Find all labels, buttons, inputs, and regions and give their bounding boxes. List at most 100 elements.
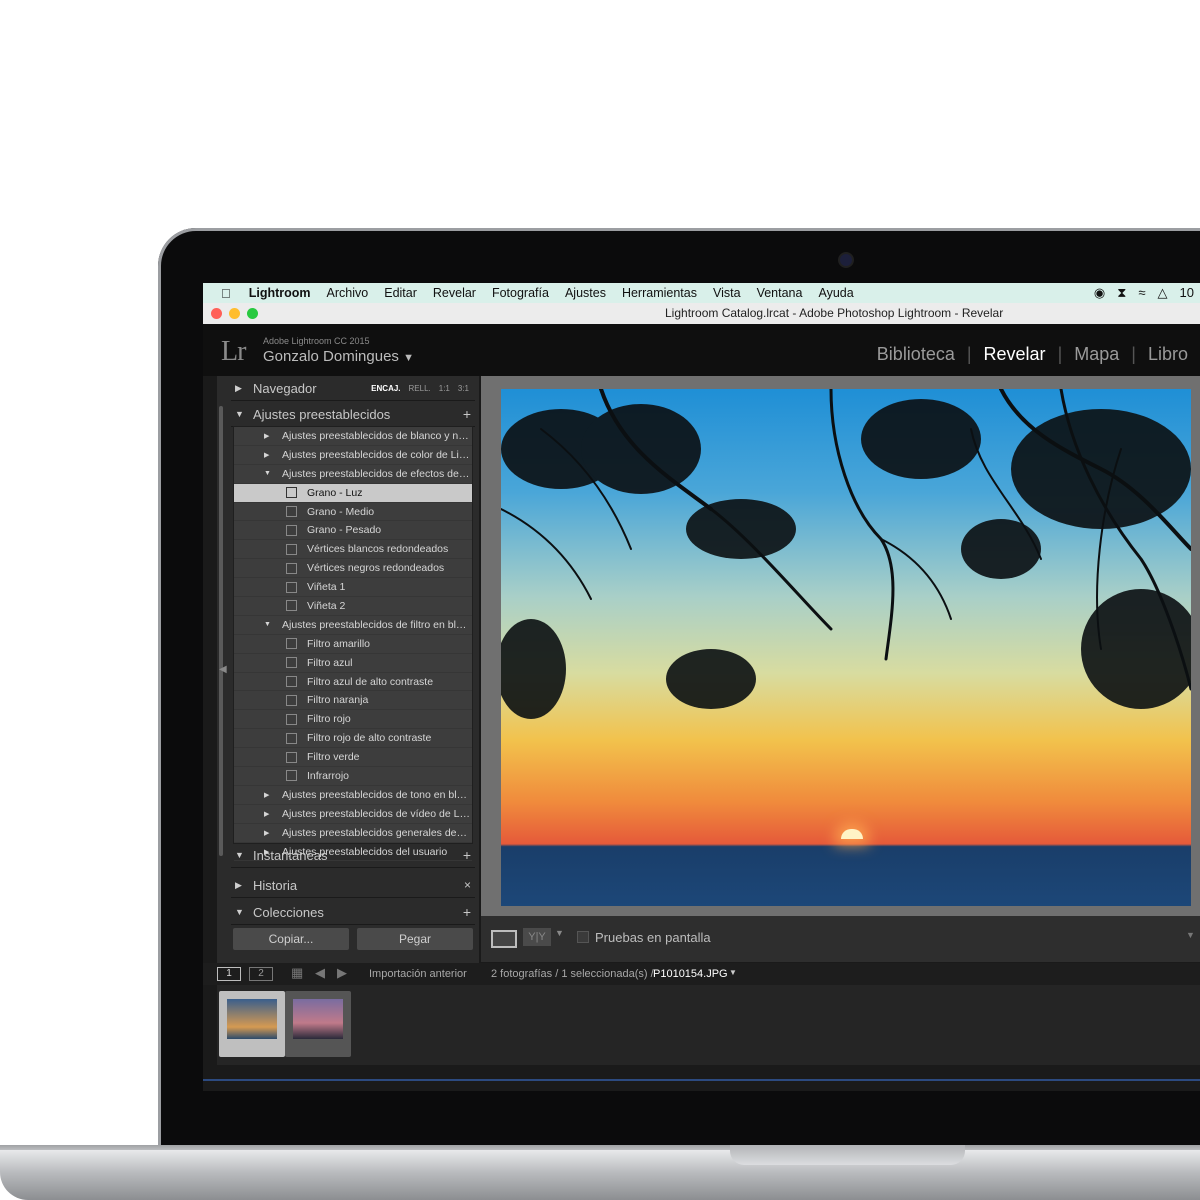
menu-revelar[interactable]: Revelar: [425, 286, 484, 300]
airplay-icon[interactable]: △: [1158, 285, 1168, 301]
presets-label: Ajustes preestablecidos: [253, 406, 391, 422]
thumbnail-1[interactable]: [219, 991, 285, 1057]
preset-item[interactable]: Grano - Luz: [234, 483, 472, 503]
arrow-left-icon[interactable]: ◀: [315, 965, 325, 981]
collections-label: Colecciones: [253, 904, 324, 920]
paste-button[interactable]: Pegar: [357, 928, 473, 950]
menu-vista[interactable]: Vista: [705, 286, 749, 300]
thumbnail-image: [227, 999, 277, 1039]
preset-item[interactable]: Filtro amarillo: [234, 635, 472, 654]
filename[interactable]: P1010154.JPG: [653, 968, 728, 980]
menu-editar[interactable]: Editar: [376, 286, 425, 300]
preset-item[interactable]: Filtro verde: [234, 748, 472, 768]
collections-header[interactable]: ▼ Colecciones +: [231, 900, 475, 925]
preset-folder[interactable]: ▼ Ajustes preestablecidos de filtro en bl…: [234, 616, 472, 635]
presets-header[interactable]: ▼ Ajustes preestablecidos +: [231, 402, 475, 427]
close-icon[interactable]: [211, 308, 222, 319]
sunset-photo[interactable]: [501, 389, 1191, 906]
history-header[interactable]: ▶ Historia ×: [231, 873, 475, 898]
preset-label: Viñeta 1: [307, 581, 346, 594]
preset-item[interactable]: Grano - Medio: [234, 503, 472, 522]
loupe-view-icon[interactable]: [491, 930, 517, 948]
snapshots-header[interactable]: ▼ Instantáneas +: [231, 843, 475, 868]
preset-label: Ajustes preestablecidos de tono en bl…: [282, 788, 468, 801]
chevron-down-icon[interactable]: ▼: [729, 968, 737, 977]
preset-label: Filtro rojo: [307, 713, 351, 726]
arrow-right-icon[interactable]: ▶: [337, 965, 347, 981]
preset-folder[interactable]: ▶ Ajustes preestablecidos generales de…: [234, 824, 472, 843]
preset-folder[interactable]: ▶ Ajustes preestablecidos de color de Li…: [234, 446, 472, 465]
source-label[interactable]: Importación anterior: [369, 968, 467, 980]
chevron-down-icon[interactable]: ▼: [555, 928, 564, 938]
view-2-button[interactable]: 2: [249, 967, 273, 981]
triangle-right-icon[interactable]: ▶: [264, 829, 276, 837]
preset-folder[interactable]: ▶ Ajustes preestablecidos de blanco y n…: [234, 427, 472, 446]
preset-label: Grano - Pesado: [307, 524, 382, 537]
creative-cloud-icon[interactable]: ◉: [1094, 285, 1105, 301]
left-panel-scrollbar[interactable]: [219, 406, 223, 856]
menu-ventana[interactable]: Ventana: [749, 286, 811, 300]
triangle-right-icon[interactable]: ▶: [264, 810, 276, 818]
module-mapa[interactable]: Mapa: [1062, 344, 1131, 365]
status-clock[interactable]: 10: [1180, 285, 1194, 301]
preset-item[interactable]: Filtro azul: [234, 654, 472, 673]
zoom-fit[interactable]: ENCAJ.: [371, 384, 400, 393]
minimize-icon[interactable]: [229, 308, 240, 319]
preset-item[interactable]: Filtro rojo de alto contraste: [234, 729, 472, 749]
thumbnail-2[interactable]: [285, 991, 351, 1057]
user-name[interactable]: Gonzalo Domingues ▼: [263, 348, 414, 365]
triangle-right-icon[interactable]: ▶: [264, 451, 276, 459]
add-snapshot-icon[interactable]: +: [463, 847, 475, 863]
triangle-down-icon[interactable]: ▼: [264, 621, 276, 628]
main-view[interactable]: [481, 376, 1200, 916]
preset-item[interactable]: Vértices blancos redondeados: [234, 540, 472, 560]
preset-item[interactable]: Grano - Pesado: [234, 521, 472, 541]
preset-folder[interactable]: ▶ Ajustes preestablecidos de tono en bl…: [234, 786, 472, 805]
toolbar-menu-icon[interactable]: ▼: [1186, 930, 1195, 940]
webcam: [840, 254, 852, 266]
preset-item[interactable]: Filtro azul de alto contraste: [234, 673, 472, 692]
module-libro[interactable]: Libro: [1136, 344, 1200, 365]
module-biblioteca[interactable]: Biblioteca: [865, 344, 967, 365]
preset-icon: [286, 732, 297, 744]
status-icons: ◉ ⧗ ≈ △ 10: [1094, 285, 1200, 301]
preset-item[interactable]: Vértices negros redondeados: [234, 559, 472, 579]
preset-item[interactable]: Viñeta 1: [234, 578, 472, 598]
preset-item[interactable]: Filtro rojo: [234, 710, 472, 730]
grid-icon[interactable]: ▦: [291, 965, 303, 981]
sync-icon[interactable]: ⧗: [1117, 285, 1126, 301]
apple-icon[interactable]: : [203, 286, 241, 301]
menu-app[interactable]: Lightroom: [241, 286, 319, 300]
preset-label: Filtro amarillo: [307, 637, 371, 650]
preset-folder[interactable]: ▶ Ajustes preestablecidos de vídeo de L…: [234, 805, 472, 824]
soft-proof-checkbox[interactable]: [577, 931, 589, 943]
menu-archivo[interactable]: Archivo: [319, 286, 377, 300]
preset-item[interactable]: Filtro naranja: [234, 691, 472, 711]
triangle-down-icon[interactable]: ▼: [264, 470, 276, 477]
clear-history-icon[interactable]: ×: [464, 878, 475, 892]
menu-ajustes[interactable]: Ajustes: [557, 286, 614, 300]
view-1-button[interactable]: 1: [217, 967, 241, 981]
triangle-right-icon[interactable]: ▶: [264, 791, 276, 799]
add-collection-icon[interactable]: +: [463, 904, 475, 920]
menu-fotografia[interactable]: Fotografía: [484, 286, 557, 300]
collapse-left-icon[interactable]: ◀: [219, 664, 227, 675]
triangle-right-icon[interactable]: ▶: [264, 432, 276, 440]
copy-button[interactable]: Copiar...: [233, 928, 349, 950]
zoom-3-1[interactable]: 3:1: [458, 384, 469, 393]
preset-item[interactable]: Infrarrojo: [234, 767, 472, 786]
preset-item[interactable]: Viñeta 2: [234, 597, 472, 616]
preset-label: Viñeta 2: [307, 599, 346, 612]
menu-ayuda[interactable]: Ayuda: [810, 286, 861, 300]
before-after-icon[interactable]: Y|Y: [523, 928, 551, 946]
module-revelar[interactable]: Revelar: [972, 344, 1058, 365]
menu-herramientas[interactable]: Herramientas: [614, 286, 705, 300]
zoom-icon[interactable]: [247, 308, 258, 319]
wifi-icon[interactable]: ≈: [1138, 285, 1145, 301]
preset-folder[interactable]: ▼ Ajustes preestablecidos de efectos de…: [234, 465, 472, 484]
preset-icon: [286, 562, 297, 574]
zoom-fill[interactable]: RELL.: [409, 384, 431, 393]
add-preset-icon[interactable]: +: [463, 406, 475, 422]
zoom-1-1[interactable]: 1:1: [439, 384, 450, 393]
navigator-header[interactable]: ▶ Navegador ENCAJ. RELL. 1:1 3:1: [231, 376, 475, 401]
